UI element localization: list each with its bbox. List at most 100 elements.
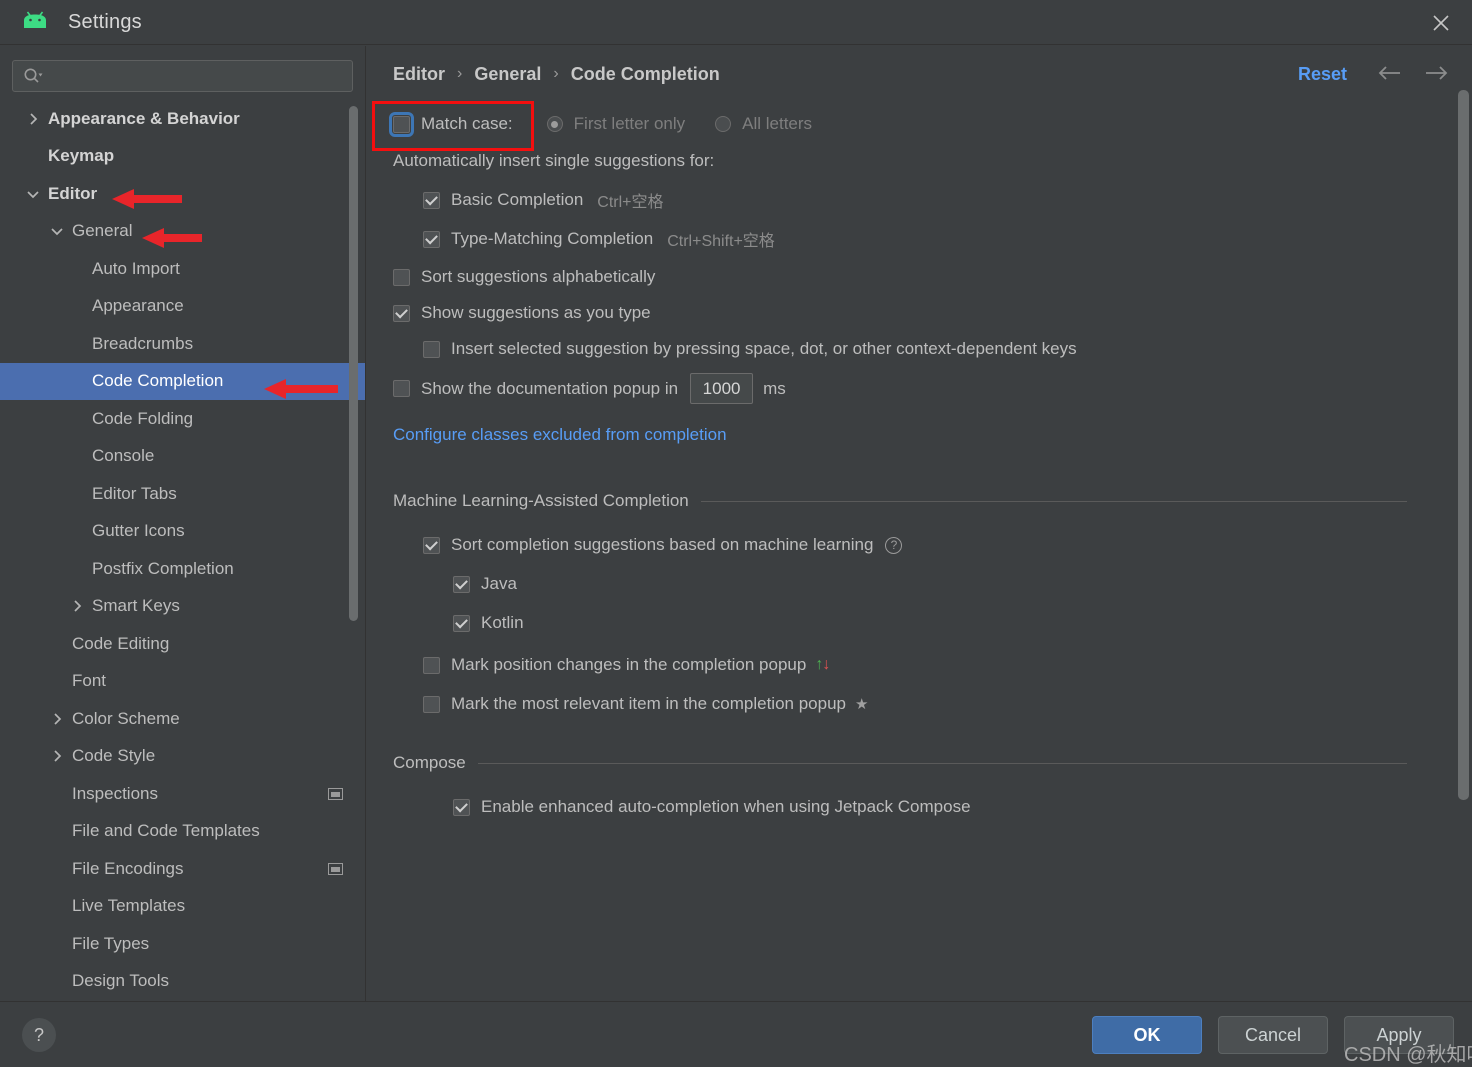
sidebar-scrollbar[interactable]	[349, 106, 358, 621]
sidebar-item-file-types[interactable]: File Types	[0, 925, 365, 963]
show-suggestions-label: Show suggestions as you type	[421, 303, 651, 322]
insert-selected-label: Insert selected suggestion by pressing s…	[451, 339, 1077, 358]
doc-popup-label-before: Show the documentation popup in	[421, 378, 679, 398]
breadcrumb-general[interactable]: General	[474, 64, 541, 85]
help-icon[interactable]: ?	[22, 1018, 56, 1052]
close-icon[interactable]	[1410, 0, 1472, 45]
mark-position-label: Mark position changes in the completion …	[451, 655, 807, 674]
sidebar-item-code-editing[interactable]: Code Editing	[0, 625, 365, 663]
chevron-right-icon[interactable]	[48, 710, 66, 728]
window-title: Settings	[68, 10, 142, 33]
sort-alphabetically-checkbox[interactable]	[393, 268, 410, 286]
doc-popup-delay-input[interactable]	[690, 373, 754, 404]
sidebar-item-file-and-code-templates[interactable]: File and Code Templates	[0, 813, 365, 851]
sidebar-item-code-completion[interactable]: Code Completion	[0, 362, 365, 400]
type-matching-completion-checkbox[interactable]	[423, 230, 440, 248]
sidebar-item-smart-keys[interactable]: Smart Keys	[0, 588, 365, 626]
compose-enable-label: Enable enhanced auto-completion when usi…	[481, 797, 971, 816]
sidebar-item-label: General	[72, 221, 133, 241]
settings-window: Settings Appearance & Behavior Keymap Edit…	[0, 0, 1472, 1067]
cancel-button[interactable]: Cancel	[1218, 1016, 1328, 1054]
chevron-right-icon[interactable]	[24, 110, 42, 128]
arrow-left-icon[interactable]	[1376, 64, 1402, 82]
compose-section-divider	[477, 762, 1407, 764]
sidebar-item-editor[interactable]: Editor	[0, 175, 365, 213]
match-case-checkbox[interactable]	[389, 111, 414, 137]
radio-all-letters[interactable]	[715, 116, 732, 132]
main-scrollbar[interactable]	[1458, 90, 1469, 800]
radio-first-letter-only[interactable]	[546, 116, 563, 132]
breadcrumb-code-completion[interactable]: Code Completion	[571, 64, 720, 85]
settings-tree: Appearance & Behavior Keymap Editor General…	[0, 100, 365, 1000]
sidebar-item-label: Design Tools	[72, 971, 170, 991]
sort-ml-checkbox[interactable]	[423, 536, 440, 554]
sidebar-item-console[interactable]: Console	[0, 438, 365, 476]
mark-position-checkbox[interactable]	[423, 656, 440, 674]
sidebar-item-code-style[interactable]: Code Style	[0, 738, 365, 776]
chevron-right-icon[interactable]	[68, 597, 86, 615]
search-box[interactable]	[12, 60, 353, 92]
chevron-down-icon[interactable]	[48, 222, 66, 240]
compose-section-title: Compose	[393, 753, 466, 772]
apply-button[interactable]: Apply	[1344, 1016, 1454, 1054]
sidebar-item-color-scheme[interactable]: Color Scheme	[0, 700, 365, 738]
sort-alphabetically-label: Sort suggestions alphabetically	[421, 267, 656, 286]
arrow-right-icon[interactable]	[1424, 64, 1450, 82]
sidebar-item-breadcrumbs[interactable]: Breadcrumbs	[0, 325, 365, 363]
sidebar-item-postfix-completion[interactable]: Postfix Completion	[0, 550, 365, 588]
sidebar-item-appearance-behavior[interactable]: Appearance & Behavior	[0, 100, 365, 138]
show-suggestions-checkbox[interactable]	[393, 304, 410, 322]
sidebar-item-design-tools[interactable]: Design Tools	[0, 963, 365, 1001]
basic-completion-label: Basic Completion	[451, 190, 584, 209]
help-circle-icon[interactable]: ?	[885, 536, 903, 554]
mark-position-row: Mark position changes in the completion …	[423, 655, 1455, 675]
sort-alphabetically-row: Sort suggestions alphabetically	[393, 267, 1455, 287]
ml-java-checkbox[interactable]	[453, 575, 470, 593]
sidebar-item-label: Editor Tabs	[92, 483, 177, 503]
sidebar-item-label: Appearance & Behavior	[48, 108, 240, 128]
compose-enable-checkbox[interactable]	[453, 798, 470, 816]
basic-completion-checkbox[interactable]	[423, 191, 440, 209]
configure-excluded-link[interactable]: Configure classes excluded from completi…	[393, 425, 727, 445]
sidebar-item-code-folding[interactable]: Code Folding	[0, 400, 365, 438]
settings-main-panel: Editor › General › Code Completion Reset	[367, 46, 1472, 1001]
sidebar-item-live-templates[interactable]: Live Templates	[0, 888, 365, 926]
auto-insert-header-label: Automatically insert single suggestions …	[393, 151, 715, 170]
doc-popup-units: ms	[763, 378, 786, 398]
sidebar-item-general[interactable]: General	[0, 213, 365, 251]
chevron-down-icon[interactable]	[24, 185, 42, 203]
sidebar-item-label: Live Templates	[72, 896, 186, 916]
sidebar-item-file-encodings[interactable]: File Encodings	[0, 850, 365, 888]
sidebar-item-editor-tabs[interactable]: Editor Tabs	[0, 475, 365, 513]
ml-kotlin-checkbox[interactable]	[453, 614, 470, 632]
sidebar-item-inspections[interactable]: Inspections	[0, 775, 365, 813]
sidebar-item-auto-import[interactable]: Auto Import	[0, 250, 365, 288]
ml-java-label: Java	[481, 574, 517, 593]
mark-relevant-checkbox[interactable]	[423, 695, 440, 713]
sidebar-item-font[interactable]: Font	[0, 663, 365, 701]
ml-section-header: Machine Learning-Assisted Completion	[393, 491, 1407, 511]
sidebar-item-label: File and Code Templates	[72, 821, 260, 841]
search-input[interactable]	[43, 61, 352, 91]
sidebar-item-appearance[interactable]: Appearance	[0, 288, 365, 326]
sidebar-item-gutter-icons[interactable]: Gutter Icons	[0, 513, 365, 551]
sidebar-item-label: Gutter Icons	[92, 521, 185, 541]
breadcrumb-editor[interactable]: Editor	[393, 64, 445, 85]
insert-selected-checkbox[interactable]	[423, 340, 440, 358]
reset-link[interactable]: Reset	[1298, 64, 1347, 85]
chevron-right-icon[interactable]	[48, 747, 66, 765]
sidebar-item-keymap[interactable]: Keymap	[0, 138, 365, 176]
type-matching-completion-shortcut: Ctrl+Shift+空格	[667, 233, 775, 250]
settings-content: Match case: First letter only All letter…	[367, 102, 1455, 1001]
match-case-label: Match case:	[421, 114, 513, 133]
doc-popup-checkbox[interactable]	[393, 380, 410, 397]
sidebar-item-label: Code Completion	[92, 371, 224, 391]
ok-button[interactable]: OK	[1092, 1016, 1202, 1054]
